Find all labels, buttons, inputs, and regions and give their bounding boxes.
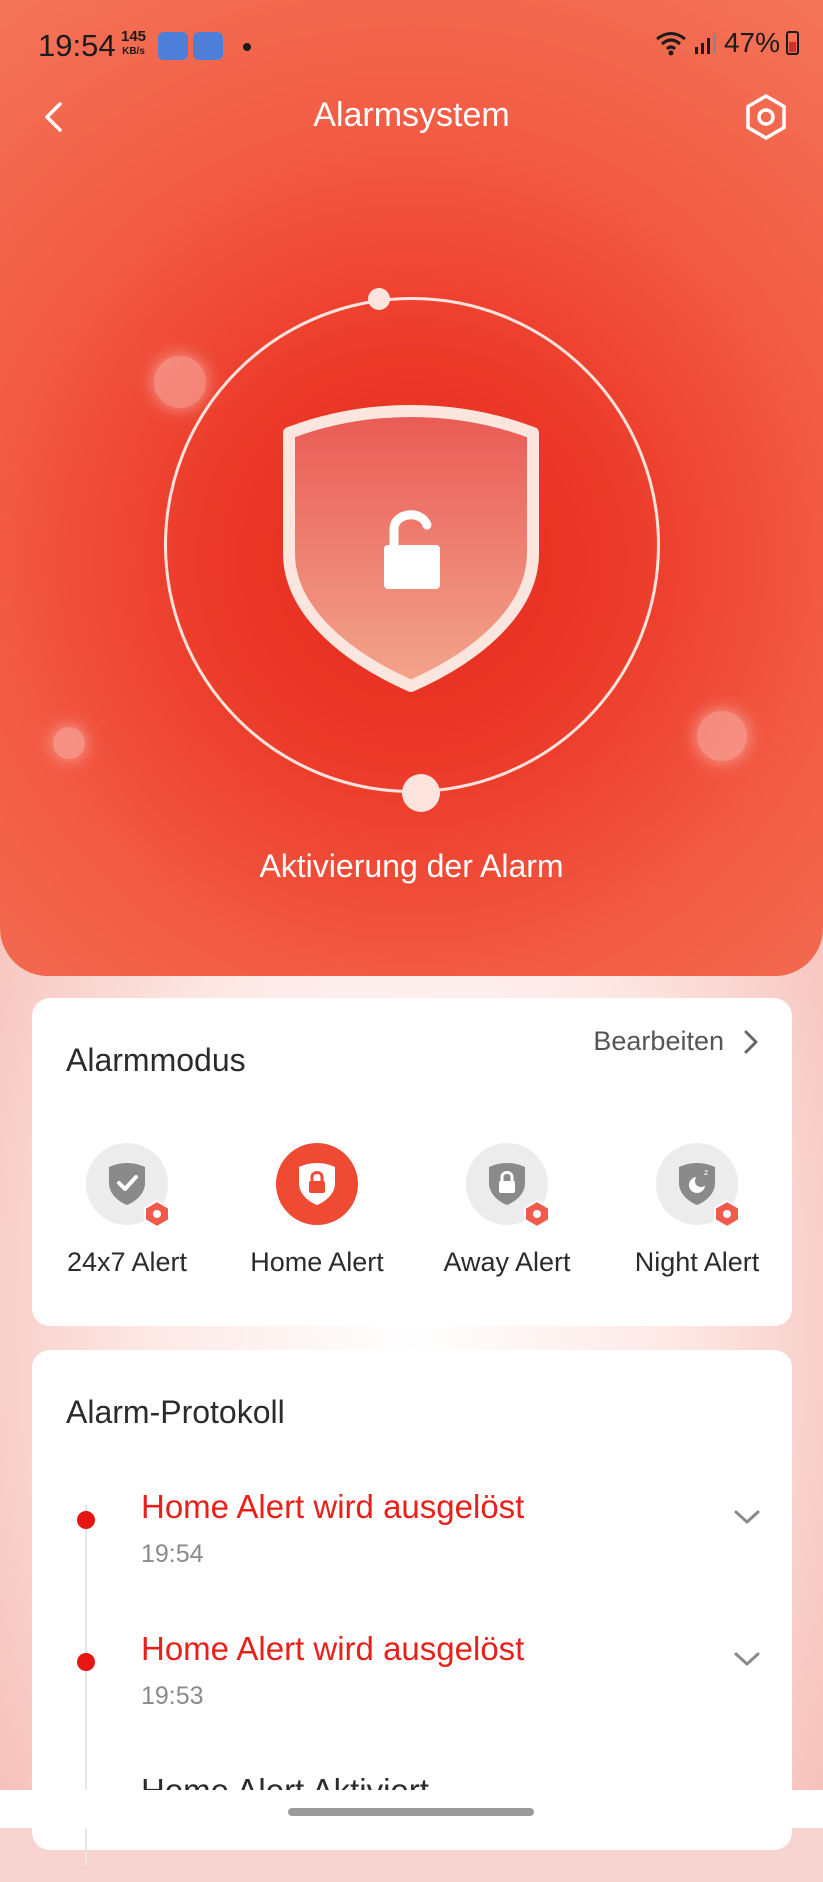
mode-icon-container-active	[276, 1143, 358, 1225]
shield-lock-icon	[489, 1163, 525, 1205]
network-speed-unit: KB/s	[122, 46, 145, 57]
log-entry[interactable]: Home Alert wird ausgelöst 19:53	[32, 1630, 792, 1740]
alarm-mode-title: Alarmmodus	[66, 1042, 246, 1078]
log-entry-title: Home Alert wird ausgelöst	[141, 1630, 525, 1667]
status-time: 19:54	[38, 28, 116, 63]
page-title: Alarmsystem	[313, 96, 510, 134]
mode-icon-container: z	[656, 1143, 740, 1229]
hexagon-badge-icon	[714, 1199, 740, 1229]
log-entry-time: 19:53	[141, 1682, 204, 1710]
alarm-mode-list: 24x7 Alert Home Alert Away Alert z Night…	[32, 1143, 792, 1278]
more-notifications-dot	[243, 43, 251, 51]
app-notification-icon	[158, 32, 188, 60]
log-entry-time: 19:54	[141, 1540, 204, 1568]
shield-check-icon	[109, 1163, 145, 1205]
hexagon-badge-icon	[144, 1199, 170, 1229]
home-indicator[interactable]	[288, 1808, 534, 1816]
decorative-orb	[53, 727, 85, 759]
edit-modes-link[interactable]: Bearbeiten	[593, 1026, 760, 1057]
shield-unlocked-icon	[283, 405, 539, 692]
mode-24x7-alert[interactable]: 24x7 Alert	[32, 1143, 222, 1278]
settings-button[interactable]	[739, 90, 793, 144]
alarm-hero-panel: 19:54 145 KB/s 47% Alarmsystem Aktivieru…	[0, 0, 823, 976]
decorative-orb	[697, 711, 747, 761]
chevron-down-icon[interactable]	[730, 1642, 764, 1676]
app-notification-icon	[193, 32, 223, 60]
settings-hexagon-icon	[746, 94, 786, 140]
chevron-down-icon[interactable]	[730, 1500, 764, 1534]
mode-label: Away Alert	[443, 1247, 571, 1277]
battery-icon	[786, 31, 799, 55]
chevron-right-icon	[744, 1030, 758, 1053]
svg-text:z: z	[704, 1168, 708, 1177]
ring-indicator-dot	[368, 288, 390, 310]
nav-bar: Alarmsystem	[0, 80, 823, 154]
mode-label: 24x7 Alert	[66, 1247, 188, 1277]
alarm-mode-card: Alarmmodus Bearbeiten 24x7 Alert Home Al…	[32, 998, 792, 1326]
alarm-log-title: Alarm-Protokoll	[66, 1394, 285, 1430]
alarm-log-card: Alarm-Protokoll Home Alert wird ausgelös…	[32, 1350, 792, 1865]
log-entry-title: Home Alert wird ausgelöst	[141, 1488, 525, 1525]
log-status-dot	[77, 1653, 95, 1671]
network-speed: 145 KB/s	[121, 29, 146, 59]
log-entry[interactable]: Home Alert wird ausgelöst 19:54	[32, 1488, 792, 1598]
decorative-orb	[154, 356, 206, 408]
mode-home-alert[interactable]: Home Alert	[222, 1143, 412, 1278]
mode-label: Night Alert	[634, 1247, 760, 1277]
mode-label: Home Alert	[250, 1247, 384, 1277]
status-indicators: 47%	[654, 27, 799, 59]
edit-modes-label: Bearbeiten	[593, 1026, 724, 1056]
signal-icon	[694, 33, 716, 54]
network-speed-value: 145	[121, 28, 147, 45]
battery-percent: 47%	[723, 27, 780, 58]
mode-icon-container	[86, 1143, 170, 1229]
log-status-dot	[77, 1511, 95, 1529]
alarm-toggle-shield[interactable]	[281, 403, 541, 693]
shield-moon-icon: z	[679, 1163, 715, 1205]
ring-indicator-dot	[402, 774, 440, 812]
mode-night-alert[interactable]: z Night Alert	[602, 1143, 792, 1278]
mode-icon-container	[466, 1143, 550, 1229]
wifi-icon	[656, 32, 686, 56]
mode-away-alert[interactable]: Away Alert	[412, 1143, 602, 1278]
alarm-status-caption: Aktivierung der Alarm	[259, 848, 564, 884]
hexagon-badge-icon	[524, 1199, 550, 1229]
shield-lock-icon	[299, 1163, 335, 1205]
